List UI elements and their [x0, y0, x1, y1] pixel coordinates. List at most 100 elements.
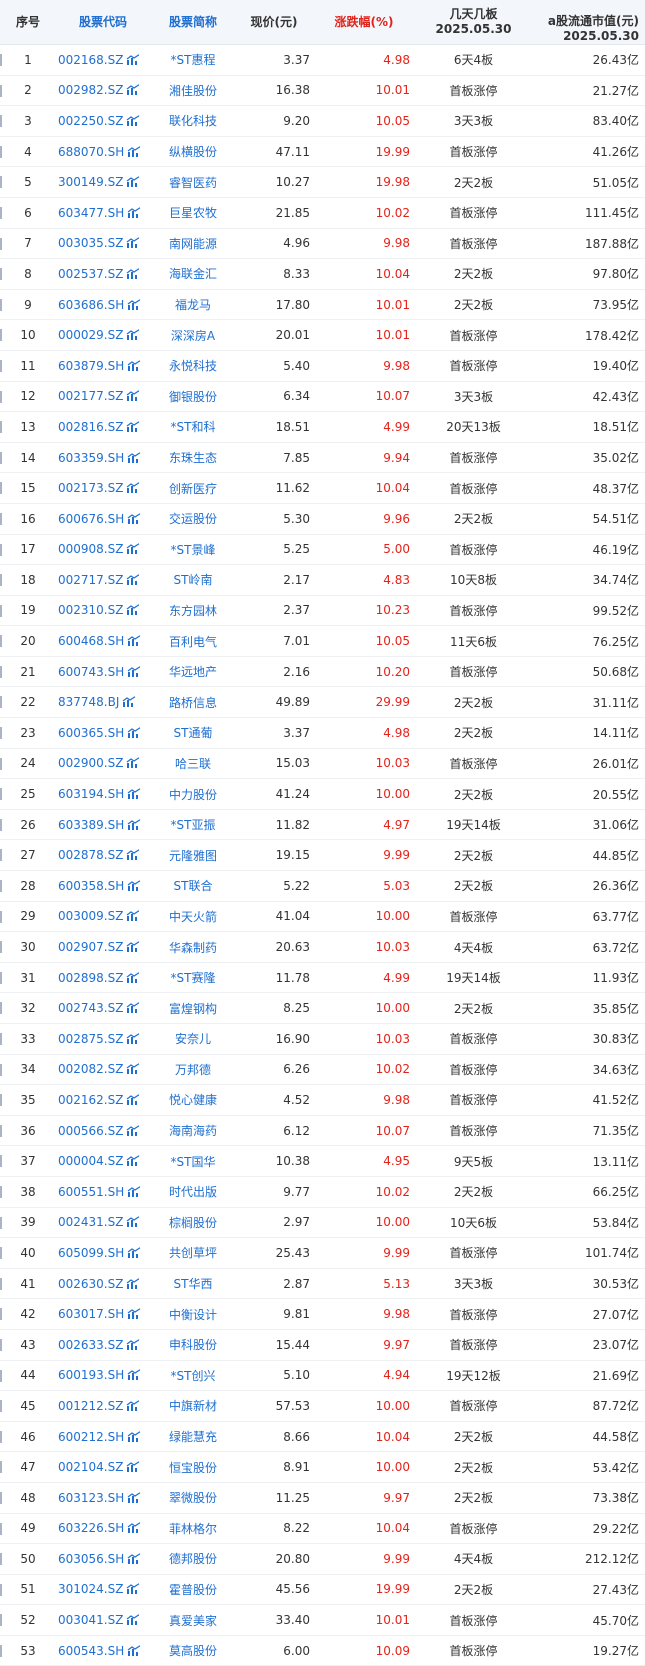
kline-chart-icon[interactable] — [126, 971, 140, 984]
stock-name-link[interactable]: 莫高股份 — [148, 1636, 238, 1666]
stock-name-link[interactable]: *ST赛隆 — [148, 963, 238, 993]
table-row[interactable]: 37 000004.SZ *ST国华 10.38 4.95 9天5板 13.11亿 — [0, 1146, 645, 1177]
stock-code-link[interactable]: 002310.SZ — [56, 596, 148, 626]
kline-chart-icon[interactable] — [127, 880, 141, 892]
table-row[interactable]: 31 002898.SZ *ST赛隆 11.78 4.99 19天14板 11.93亿 — [0, 963, 645, 994]
stock-code-link[interactable]: 603359.SH — [56, 443, 148, 473]
stock-name-link[interactable]: 元隆雅图 — [148, 840, 238, 870]
stock-name-link[interactable]: 路桥信息 — [148, 687, 238, 717]
stock-code-link[interactable]: 603477.SH — [56, 198, 148, 228]
table-row[interactable]: 17 000908.SZ *ST景峰 5.25 5.00 首板涨停 46.19亿 — [0, 535, 645, 566]
stock-code-link[interactable]: 600543.SH — [56, 1636, 148, 1666]
table-row[interactable]: 45 001212.SZ 中旗新材 57.53 10.00 首板涨停 87.72亿 — [0, 1391, 645, 1422]
table-row[interactable]: 36 000566.SZ 海南海药 6.12 10.07 首板涨停 71.35亿 — [0, 1116, 645, 1147]
kline-chart-icon[interactable] — [126, 543, 140, 555]
stock-name-link[interactable]: 华远地产 — [148, 657, 238, 687]
table-row[interactable]: 52 003041.SZ 真爱美家 33.40 10.01 首板涨停 45.70亿 — [0, 1605, 645, 1636]
stock-code-link[interactable]: 603123.SH — [56, 1483, 148, 1513]
table-row[interactable]: 24 002900.SZ 哈三联 15.03 10.03 首板涨停 26.01亿 — [0, 749, 645, 780]
kline-chart-icon[interactable] — [126, 1339, 140, 1351]
table-row[interactable]: 30 002907.SZ 华森制药 20.63 10.03 4天4板 63.72亿 — [0, 932, 645, 963]
kline-chart-icon[interactable] — [127, 1369, 141, 1381]
kline-chart-icon[interactable] — [126, 54, 140, 66]
kline-chart-icon[interactable] — [127, 1522, 141, 1534]
stock-code-link[interactable]: 000004.SZ — [56, 1146, 148, 1176]
kline-chart-icon[interactable] — [126, 941, 140, 953]
stock-name-link[interactable]: 创新医疗 — [148, 473, 238, 503]
stock-name-link[interactable]: 百利电气 — [148, 626, 238, 656]
kline-chart-icon[interactable] — [127, 635, 141, 647]
table-row[interactable]: 25 603194.SH 中力股份 41.24 10.00 2天2板 20.55亿 — [0, 779, 645, 810]
kline-chart-icon[interactable] — [126, 482, 140, 494]
table-row[interactable]: 1 002168.SZ *ST惠程 3.37 4.98 6天4板 26.43亿 — [0, 45, 645, 76]
stock-name-link[interactable]: 深深房A — [148, 320, 238, 350]
stock-code-link[interactable]: 600551.SH — [56, 1177, 148, 1207]
table-row[interactable]: 19 002310.SZ 东方园林 2.37 10.23 首板涨停 99.52亿 — [0, 596, 645, 627]
table-row[interactable]: 42 603017.SH 中衡设计 9.81 9.98 首板涨停 27.07亿 — [0, 1299, 645, 1330]
table-row[interactable]: 15 002173.SZ 创新医疗 11.62 10.04 首板涨停 48.37亿 — [0, 473, 645, 504]
table-row[interactable]: 33 002875.SZ 安奈儿 16.90 10.03 首板涨停 30.83亿 — [0, 1024, 645, 1055]
table-row[interactable]: 7 003035.SZ 南网能源 4.96 9.98 首板涨停 187.88亿 — [0, 229, 645, 260]
header-market-value[interactable]: a股流通市值(元) 2025.05.30 — [525, 0, 645, 44]
table-row[interactable]: 51 301024.SZ 霍普股份 45.56 19.99 2天2板 27.43亿 — [0, 1575, 645, 1606]
table-row[interactable]: 5 300149.SZ 睿智医药 10.27 19.98 2天2板 51.05亿 — [0, 167, 645, 198]
table-row[interactable]: 9 603686.SH 福龙马 17.80 10.01 2天2板 73.95亿 — [0, 290, 645, 321]
kline-chart-icon[interactable] — [126, 1583, 140, 1595]
stock-name-link[interactable]: 交运股份 — [148, 504, 238, 534]
stock-code-link[interactable]: 002168.SZ — [56, 45, 148, 75]
stock-code-link[interactable]: 002173.SZ — [56, 473, 148, 503]
stock-code-link[interactable]: 600676.SH — [56, 504, 148, 534]
kline-chart-icon[interactable] — [127, 1491, 141, 1504]
stock-name-link[interactable]: ST华西 — [148, 1269, 238, 1299]
table-row[interactable]: 27 002878.SZ 元隆雅图 19.15 9.99 2天2板 44.85亿 — [0, 840, 645, 872]
stock-name-link[interactable]: 共创草坪 — [148, 1238, 238, 1268]
stock-code-link[interactable]: 603879.SH — [56, 351, 148, 381]
kline-chart-icon[interactable] — [127, 1644, 141, 1657]
kline-chart-icon[interactable] — [122, 696, 136, 708]
stock-name-link[interactable]: 南网能源 — [148, 229, 238, 259]
stock-name-link[interactable]: *ST和科 — [148, 412, 238, 442]
kline-chart-icon[interactable] — [126, 757, 140, 769]
stock-name-link[interactable]: 恒宝股份 — [148, 1452, 238, 1482]
stock-name-link[interactable]: ST联合 — [148, 871, 238, 901]
kline-chart-icon[interactable] — [126, 1277, 140, 1290]
table-row[interactable]: 32 002743.SZ 富煌钢构 8.25 10.00 2天2板 35.85亿 — [0, 993, 645, 1024]
table-row[interactable]: 11 603879.SH 永悦科技 5.40 9.98 首板涨停 19.40亿 — [0, 351, 645, 382]
table-row[interactable]: 8 002537.SZ 海联金汇 8.33 10.04 2天2板 97.80亿 — [0, 259, 645, 290]
stock-code-link[interactable]: 003041.SZ — [56, 1605, 148, 1635]
kline-chart-icon[interactable] — [127, 788, 141, 800]
stock-name-link[interactable]: 纵横股份 — [148, 137, 238, 167]
table-row[interactable]: 26 603389.SH *ST亚振 11.82 4.97 19天14板 31.06亿 — [0, 810, 645, 841]
table-row[interactable]: 53 600543.SH 莫高股份 6.00 10.09 首板涨停 19.27亿 — [0, 1636, 645, 1666]
kline-chart-icon[interactable] — [126, 1400, 140, 1412]
table-row[interactable]: 22 837748.BJ 路桥信息 49.89 29.99 2天2板 31.11亿 — [0, 687, 645, 719]
stock-code-link[interactable]: 001212.SZ — [56, 1391, 148, 1421]
kline-chart-icon[interactable] — [127, 145, 141, 158]
stock-code-link[interactable]: 600468.SH — [56, 626, 148, 656]
stock-name-link[interactable]: 时代出版 — [148, 1177, 238, 1207]
stock-name-link[interactable]: *ST景峰 — [148, 535, 238, 565]
kline-chart-icon[interactable] — [126, 604, 140, 616]
stock-name-link[interactable]: 御银股份 — [148, 382, 238, 412]
table-row[interactable]: 29 003009.SZ 中天火箭 41.04 10.00 首板涨停 63.77亿 — [0, 902, 645, 933]
table-row[interactable]: 18 002717.SZ ST岭南 2.17 4.83 10天8板 34.74亿 — [0, 565, 645, 596]
table-row[interactable]: 40 605099.SH 共创草坪 25.43 9.99 首板涨停 101.74亿 — [0, 1238, 645, 1269]
kline-chart-icon[interactable] — [126, 1002, 140, 1014]
stock-code-link[interactable]: 002717.SZ — [56, 565, 148, 595]
table-row[interactable]: 21 600743.SH 华远地产 2.16 10.20 首板涨停 50.68亿 — [0, 657, 645, 688]
header-code[interactable]: 股票代码 — [56, 0, 148, 44]
table-row[interactable]: 12 002177.SZ 御银股份 6.34 10.07 3天3板 42.43亿 — [0, 382, 645, 413]
stock-name-link[interactable]: *ST国华 — [148, 1146, 238, 1176]
kline-chart-icon[interactable] — [127, 727, 141, 739]
table-row[interactable]: 20 600468.SH 百利电气 7.01 10.05 11天6板 76.25亿 — [0, 626, 645, 657]
table-row[interactable]: 43 002633.SZ 申科股份 15.44 9.97 首板涨停 23.07亿 — [0, 1330, 645, 1361]
stock-code-link[interactable]: 002982.SZ — [56, 76, 148, 106]
kline-chart-icon[interactable] — [127, 818, 141, 831]
table-row[interactable]: 14 603359.SH 东珠生态 7.85 9.94 首板涨停 35.02亿 — [0, 443, 645, 474]
stock-name-link[interactable]: 中衡设计 — [148, 1299, 238, 1329]
stock-code-link[interactable]: 600743.SH — [56, 657, 148, 687]
stock-name-link[interactable]: 哈三联 — [148, 749, 238, 779]
stock-code-link[interactable]: 002633.SZ — [56, 1330, 148, 1360]
stock-name-link[interactable]: *ST惠程 — [148, 45, 238, 75]
stock-code-link[interactable]: 002431.SZ — [56, 1208, 148, 1238]
